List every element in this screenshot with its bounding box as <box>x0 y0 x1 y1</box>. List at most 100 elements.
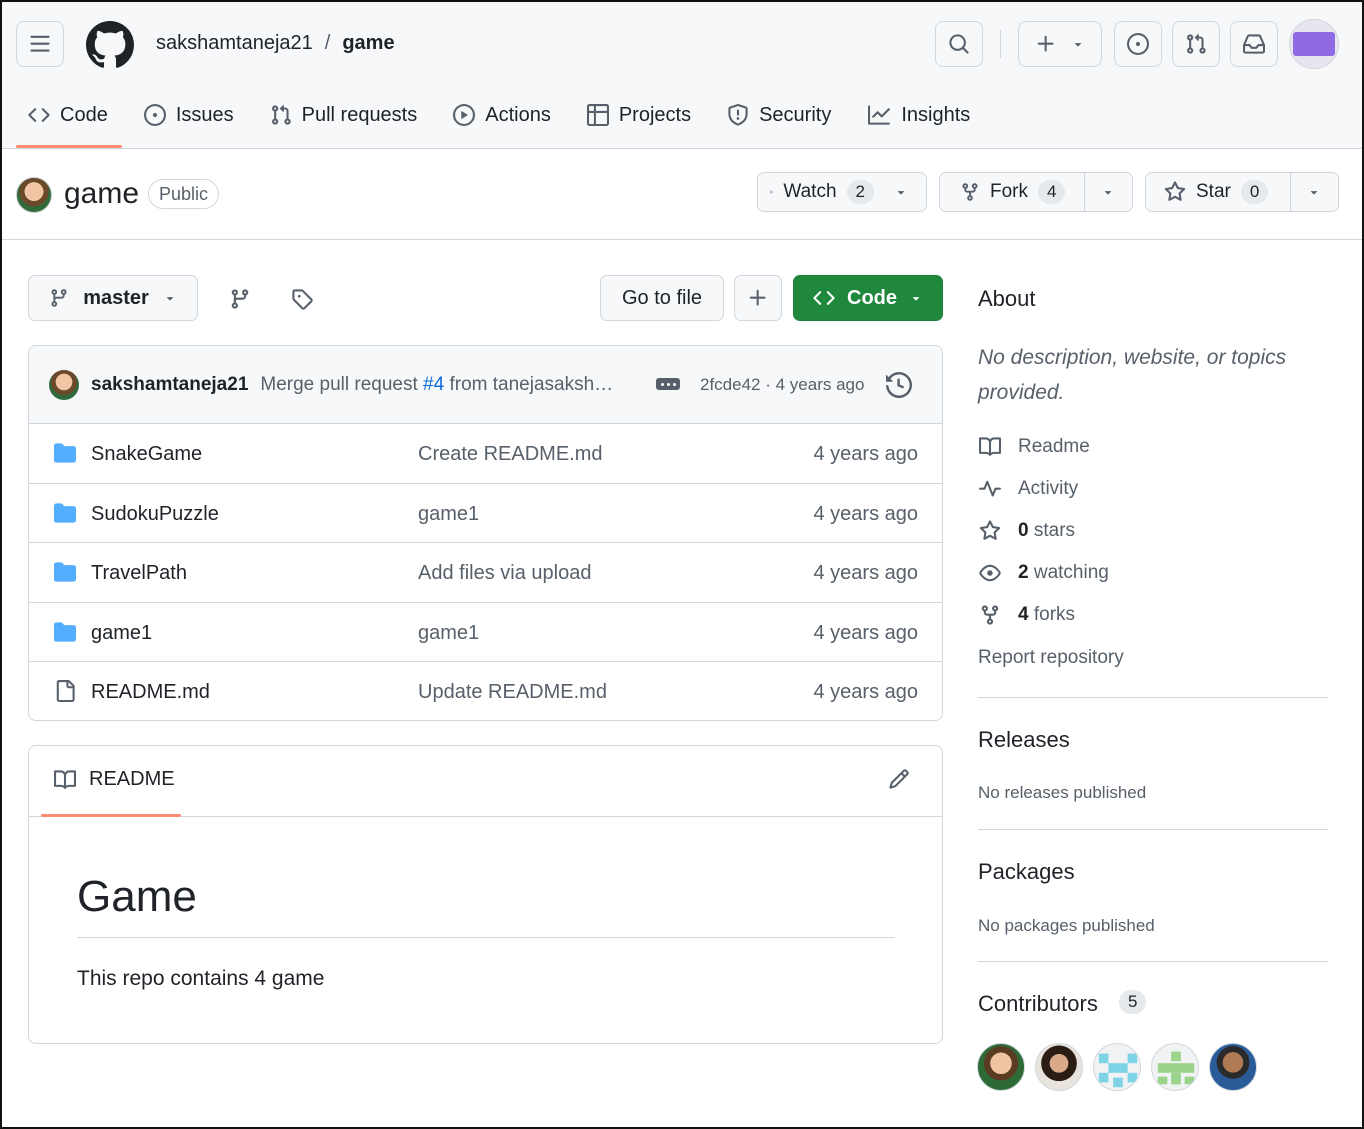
contributors-title[interactable]: Contributors <box>978 991 1098 1017</box>
file-row: SudokuPuzzle game1 4 years ago <box>29 484 942 543</box>
commit-author[interactable]: sakshamtaneja21 <box>91 374 248 396</box>
forks-link[interactable]: 4 forks <box>978 604 1075 626</box>
watching-link[interactable]: 2 watching <box>978 562 1109 584</box>
file-commit-message[interactable]: game1 <box>418 622 479 645</box>
visibility-badge: Public <box>148 179 220 209</box>
file-commit-message[interactable]: Add files via upload <box>418 562 591 585</box>
contributor-avatar[interactable] <box>1151 1043 1199 1091</box>
add-file-button[interactable] <box>734 275 782 321</box>
create-new-button[interactable] <box>1018 21 1102 67</box>
contributor-avatar[interactable] <box>1035 1043 1083 1091</box>
tab-label: Insights <box>901 103 971 126</box>
packages-empty: No packages published <box>978 916 1155 935</box>
star-icon <box>1164 181 1186 201</box>
tab-label: Projects <box>618 103 692 126</box>
file-row: README.md Update README.md 4 years ago <box>29 662 942 720</box>
about-title: About <box>978 286 1036 311</box>
star-button-group: Star 0 <box>1145 172 1339 212</box>
watch-dropdown-button[interactable] <box>886 173 916 211</box>
contributor-avatar[interactable] <box>1209 1043 1257 1091</box>
file-commit-message[interactable]: Update README.md <box>418 681 607 704</box>
folder-icon <box>54 562 76 582</box>
owner-avatar[interactable] <box>16 177 52 213</box>
contributor-avatar[interactable] <box>1093 1043 1141 1091</box>
tags-button[interactable] <box>287 284 317 314</box>
fork-button[interactable]: Fork 4 <box>940 173 1084 211</box>
fork-label: Fork <box>990 181 1028 202</box>
folder-icon <box>54 443 76 463</box>
watch-button-group: Watch 2 <box>757 172 927 212</box>
tab-code[interactable]: Code <box>28 95 108 135</box>
search-icon <box>949 34 969 54</box>
caret-down-icon <box>1310 191 1318 195</box>
app-header: sakshamtaneja21 / game Code Issues Pull … <box>0 0 1364 149</box>
forks-count: 4 <box>1018 604 1029 625</box>
pull-requests-button[interactable] <box>1172 21 1220 67</box>
packages-title[interactable]: Packages <box>978 859 1075 885</box>
tag-icon <box>292 289 313 310</box>
inbox-button[interactable] <box>1230 21 1278 67</box>
activity-link[interactable]: Activity <box>978 478 1078 500</box>
file-list: sakshamtaneja21 Merge pull request #4 fr… <box>28 345 943 721</box>
commit-hash-time[interactable]: 2fcde42 · 4 years ago <box>700 375 864 395</box>
pull-request-link[interactable]: #4 <box>423 374 444 395</box>
tab-issues[interactable]: Issues <box>143 95 234 135</box>
tab-insights[interactable]: Insights <box>867 95 970 135</box>
branch-selector[interactable]: master <box>28 275 198 321</box>
repo-name[interactable]: game <box>64 177 139 211</box>
branches-button[interactable] <box>225 284 255 314</box>
breadcrumb-separator: / <box>324 32 331 54</box>
readme-link-label: Readme <box>1018 436 1090 457</box>
book-icon <box>979 437 1002 456</box>
contributor-avatar[interactable] <box>977 1043 1025 1091</box>
commit-author-avatar[interactable] <box>49 369 79 400</box>
file-name-link[interactable]: README.md <box>91 681 210 704</box>
issues-button[interactable] <box>1114 21 1162 67</box>
file-name-link[interactable]: SudokuPuzzle <box>91 503 219 526</box>
readme-tab[interactable]: README <box>53 768 175 791</box>
fork-dropdown-button[interactable] <box>1085 173 1131 211</box>
star-dropdown-button[interactable] <box>1291 173 1337 211</box>
active-tab-indicator <box>41 814 181 817</box>
file-name-link[interactable]: game1 <box>91 622 152 645</box>
report-repository-link[interactable]: Report repository <box>978 647 1124 669</box>
releases-title[interactable]: Releases <box>978 727 1070 753</box>
tab-actions[interactable]: Actions <box>453 95 551 135</box>
pencil-icon[interactable] <box>888 768 910 790</box>
watching-label: watching <box>1033 562 1109 583</box>
search-button[interactable] <box>935 21 983 67</box>
watch-button[interactable]: Watch 2 <box>758 173 886 211</box>
identicon-icon <box>1157 1051 1195 1085</box>
breadcrumb: sakshamtaneja21 / game <box>156 32 395 55</box>
tab-security[interactable]: Security <box>727 95 831 135</box>
user-avatar[interactable] <box>1289 19 1339 69</box>
file-name-link[interactable]: SnakeGame <box>91 443 202 466</box>
star-button[interactable]: Star 0 <box>1146 173 1290 211</box>
readme-link[interactable]: Readme <box>978 436 1090 458</box>
github-logo-icon[interactable] <box>86 21 134 69</box>
history-icon[interactable] <box>886 372 912 398</box>
commit-message[interactable]: Merge pull request #4 from tanejasaksh… <box>260 374 613 396</box>
repo-nav-tabs: Code Issues Pull requests Actions Projec… <box>28 95 1006 135</box>
menu-button[interactable] <box>16 21 64 67</box>
breadcrumb-owner-link[interactable]: sakshamtaneja21 <box>156 32 313 55</box>
issue-opened-icon <box>1127 33 1149 55</box>
go-to-file-button[interactable]: Go to file <box>600 275 724 321</box>
graph-icon <box>868 105 891 125</box>
expand-commit-message-icon[interactable] <box>656 378 680 390</box>
tab-pull-requests[interactable]: Pull requests <box>270 95 417 135</box>
file-icon <box>56 680 75 702</box>
eye-icon <box>979 564 1001 582</box>
breadcrumb-repo-link[interactable]: game <box>342 32 394 55</box>
folder-icon <box>54 621 76 642</box>
file-commit-time: 4 years ago <box>813 443 918 465</box>
file-name-link[interactable]: TravelPath <box>91 562 187 585</box>
about-description: No description, website, or topics provi… <box>978 346 1287 404</box>
fork-count: 4 <box>1038 180 1066 204</box>
stars-link[interactable]: 0 stars <box>978 520 1075 542</box>
tab-projects[interactable]: Projects <box>586 95 692 135</box>
file-commit-message[interactable]: Create README.md <box>418 443 603 466</box>
file-commit-message[interactable]: game1 <box>418 503 479 526</box>
repo-forked-icon <box>962 183 978 201</box>
code-dropdown-button[interactable]: Code <box>793 275 943 321</box>
